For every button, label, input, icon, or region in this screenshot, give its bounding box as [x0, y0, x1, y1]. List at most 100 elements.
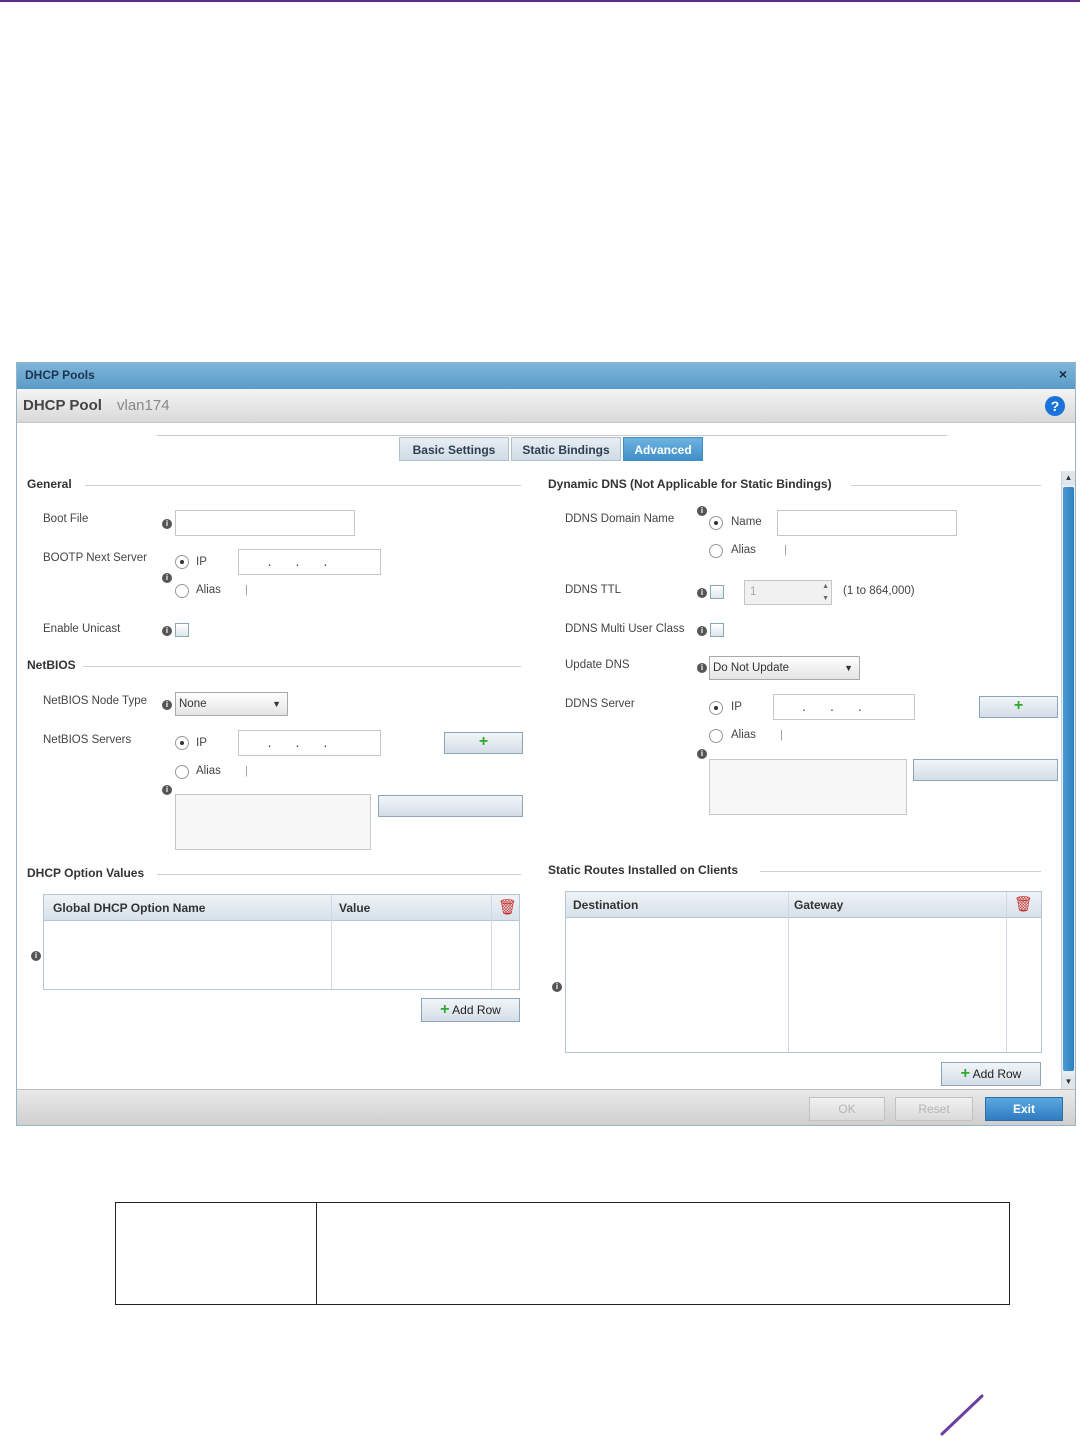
netbios-add-button[interactable]: +	[444, 732, 523, 754]
ddns-domain-name-input[interactable]	[777, 510, 957, 536]
bootp-ip-radio[interactable]	[175, 555, 189, 569]
netbios-servers-list[interactable]	[175, 794, 371, 850]
ok-button[interactable]: OK	[809, 1097, 885, 1121]
netbios-ip-radio[interactable]	[175, 736, 189, 750]
tab-advanced[interactable]: Advanced	[623, 437, 703, 461]
ddns-ttl-spinner[interactable]: 1 ▲ ▼	[744, 580, 832, 605]
ddns-server-alias-field[interactable]: |	[780, 729, 783, 741]
scroll-down-icon[interactable]: ▼	[1062, 1075, 1075, 1089]
netbios-alias-radio[interactable]	[175, 765, 189, 779]
exit-button[interactable]: Exit	[985, 1097, 1063, 1121]
column-header-option-name[interactable]: Global DHCP Option Name	[53, 901, 205, 915]
netbios-alias-label: Alias	[196, 765, 221, 777]
ddns-ttl-value: 1	[750, 586, 757, 598]
vertical-scrollbar[interactable]: ▲ ▼	[1061, 471, 1075, 1089]
ddns-alias-field[interactable]: |	[784, 544, 787, 556]
ddns-server-remove-button[interactable]	[913, 759, 1058, 781]
add-icon: +	[1013, 697, 1024, 714]
ddns-divider	[851, 485, 1041, 486]
static-routes-table: Destination Gateway 🗑	[565, 891, 1042, 1053]
column-header-gateway[interactable]: Gateway	[794, 898, 843, 912]
ddns-domain-name-label: DDNS Domain Name	[565, 513, 675, 525]
update-dns-label: Update DNS	[565, 659, 630, 671]
dhcp-options-divider	[157, 874, 521, 875]
pool-header-label: DHCP Pool	[23, 397, 102, 414]
ddns-servers-list[interactable]	[709, 759, 907, 815]
pool-name: vlan174	[117, 397, 170, 414]
info-icon[interactable]: i	[697, 626, 707, 636]
netbios-node-type-label: NetBIOS Node Type	[43, 695, 147, 707]
top-rule	[0, 0, 1080, 2]
ddns-multi-user-class-label: DDNS Multi User Class	[565, 623, 685, 635]
scrollbar-thumb[interactable]	[1063, 487, 1074, 1071]
info-icon[interactable]: i	[552, 982, 562, 992]
general-divider	[85, 485, 521, 486]
info-icon[interactable]: i	[162, 626, 172, 636]
ddns-ttl-checkbox[interactable]	[710, 585, 724, 599]
dialog-footer: OK Reset Exit	[17, 1089, 1075, 1125]
description-table	[115, 1202, 1010, 1305]
info-icon[interactable]: i	[697, 506, 707, 516]
table-column-divider	[316, 1203, 317, 1304]
add-row-label: Add Row	[452, 1003, 501, 1017]
dhcp-option-values-title: DHCP Option Values	[27, 866, 145, 880]
column-divider	[788, 892, 789, 1052]
dhcp-options-add-row-button[interactable]: + Add Row	[421, 998, 520, 1022]
info-icon[interactable]: i	[162, 785, 172, 795]
ddns-server-ip-radio[interactable]	[709, 701, 723, 715]
enable-unicast-checkbox[interactable]	[175, 623, 189, 637]
column-divider	[491, 895, 492, 989]
bootp-next-server-label: BOOTP Next Server	[43, 552, 147, 564]
info-icon[interactable]: i	[697, 663, 707, 673]
update-dns-select[interactable]: Do Not Update ▼	[709, 656, 860, 680]
netbios-ip-label: IP	[196, 737, 207, 749]
ddns-name-radio[interactable]	[709, 516, 723, 530]
bootp-alias-field[interactable]: |	[245, 584, 248, 596]
ddns-server-ip-input[interactable]: ...	[773, 694, 915, 720]
info-icon[interactable]: i	[162, 700, 172, 710]
ddns-alias-radio[interactable]	[709, 544, 723, 558]
ddns-server-label: DDNS Server	[565, 698, 635, 710]
netbios-remove-button[interactable]	[378, 795, 523, 817]
scroll-up-icon[interactable]: ▲	[1062, 471, 1075, 485]
static-routes-title: Static Routes Installed on Clients	[548, 863, 739, 877]
bootp-alias-radio[interactable]	[175, 584, 189, 598]
bootp-ip-input[interactable]: ...	[238, 549, 381, 575]
ddns-multi-user-class-checkbox[interactable]	[710, 623, 724, 637]
add-icon: +	[440, 1001, 450, 1018]
bootp-alias-label: Alias	[196, 584, 221, 596]
ddns-server-alias-radio[interactable]	[709, 729, 723, 743]
trash-icon[interactable]: 🗑	[498, 898, 517, 916]
tab-basic-settings[interactable]: Basic Settings	[399, 437, 509, 461]
netbios-ip-input[interactable]: ...	[238, 730, 381, 756]
netbios-alias-field[interactable]: |	[245, 765, 248, 777]
ddns-server-ip-label: IP	[731, 701, 742, 713]
column-header-value[interactable]: Value	[339, 901, 370, 915]
boot-file-input[interactable]	[175, 510, 355, 536]
trash-icon[interactable]: 🗑	[1014, 895, 1033, 913]
tab-static-bindings[interactable]: Static Bindings	[511, 437, 621, 461]
ddns-server-alias-label: Alias	[731, 729, 756, 741]
spin-up-icon[interactable]: ▲	[822, 581, 829, 592]
column-header-destination[interactable]: Destination	[573, 898, 638, 912]
info-icon[interactable]: i	[162, 573, 172, 583]
info-icon[interactable]: i	[697, 749, 707, 759]
ddns-name-label: Name	[731, 516, 762, 528]
general-section-title: General	[27, 477, 72, 491]
help-icon[interactable]: ?	[1045, 396, 1065, 416]
netbios-node-type-select[interactable]: None ▼	[175, 692, 288, 716]
reset-button[interactable]: Reset	[895, 1097, 973, 1121]
info-icon[interactable]: i	[162, 519, 172, 529]
dhcp-pools-dialog: DHCP Pools × DHCP Pool vlan174 ? Basic S…	[16, 362, 1076, 1126]
spin-down-icon[interactable]: ▼	[822, 593, 829, 604]
static-routes-add-row-button[interactable]: + Add Row	[941, 1062, 1041, 1086]
add-icon: +	[960, 1065, 970, 1082]
ddns-alias-label: Alias	[731, 544, 756, 556]
close-icon[interactable]: ×	[1059, 366, 1067, 382]
dialog-title: DHCP Pools	[25, 368, 95, 382]
chevron-down-icon: ▼	[272, 699, 281, 709]
info-icon[interactable]: i	[697, 588, 707, 598]
ddns-server-add-button[interactable]: +	[979, 696, 1058, 718]
ddns-ttl-range: (1 to 864,000)	[843, 585, 915, 597]
info-icon[interactable]: i	[31, 951, 41, 961]
